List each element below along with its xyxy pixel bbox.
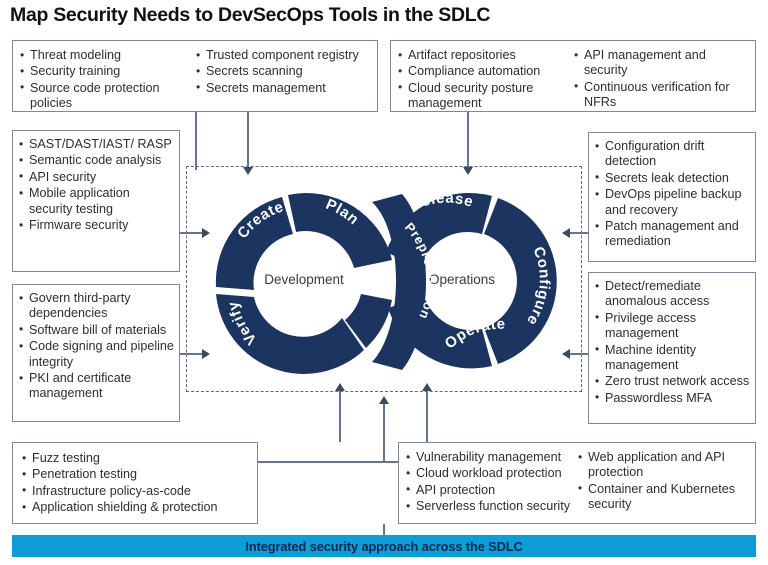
connector-line-tl-vertical — [195, 112, 197, 170]
page-title: Map Security Needs to DevSecOps Tools in… — [10, 4, 491, 26]
tool-list: Threat modelingSecurity trainingSource c… — [19, 47, 195, 112]
panel-column: Fuzz testingPenetration testingInfrastru… — [21, 450, 251, 518]
tool-list-item: Threat modeling — [19, 47, 195, 63]
tool-list-item: Firmware security — [18, 218, 174, 234]
devsecops-infinity-loop: Development Operations Create Plan Verif… — [215, 190, 557, 374]
tool-list-item: API security — [18, 169, 174, 185]
connector-line-release-vertical — [467, 112, 469, 168]
tool-list-item: Secrets scanning — [195, 64, 371, 80]
tool-list-item: Zero trust network access — [594, 374, 750, 390]
panel-column: Threat modelingSecurity trainingSource c… — [19, 47, 195, 110]
tool-list-item: Source code protection policies — [19, 80, 195, 112]
tool-list-item: Privilege access management — [594, 310, 750, 342]
tool-list-item: Configuration drift detection — [594, 139, 750, 170]
panel-column: API management and securityContinuous ve… — [573, 48, 749, 110]
tool-list: Web application and API protectionContai… — [577, 450, 749, 513]
panel-column: Vulnerability managementCloud workload p… — [405, 449, 577, 518]
tool-list-item: Serverless function security — [405, 499, 577, 515]
tool-list-item: Security training — [19, 64, 195, 80]
tool-list-item: DevOps pipeline backup and recovery — [594, 187, 750, 218]
panel-column: Trusted component registrySecrets scanni… — [195, 47, 371, 106]
connector-line-center-vertical — [383, 402, 385, 462]
tool-list-item: Cloud workload protection — [405, 466, 577, 482]
panel-column: Configuration drift detectionSecrets lea… — [594, 139, 750, 257]
tool-list-item: Mobile application security testing — [18, 186, 174, 217]
tool-list-item: Patch management and remediation — [594, 219, 750, 250]
tool-list-item: Secrets leak detection — [594, 170, 750, 186]
tool-list-item: Passwordless MFA — [594, 390, 750, 406]
panel-verify-tools: Govern third-party dependenciesSoftware … — [12, 284, 180, 422]
tool-list-item: Trusted component registry — [195, 47, 371, 63]
tool-list-item: Vulnerability management — [405, 449, 577, 465]
panel-release-tools: Artifact repositoriesCompliance automati… — [390, 40, 756, 112]
tool-list-item: API protection — [405, 482, 577, 498]
tool-list-item: Infrastructure policy-as-code — [21, 483, 251, 499]
tool-list-item: Application shielding & protection — [21, 500, 251, 516]
tool-list: SAST/DAST/IAST/ RASPSemantic code analys… — [18, 136, 174, 234]
panel-operate-tools: Detect/remediate anomalous accessPrivile… — [588, 272, 756, 424]
panel-column: Web application and API protectionContai… — [577, 450, 749, 518]
tool-list: API management and securityContinuous ve… — [573, 48, 749, 111]
connector-line-bottomright-vertical — [426, 390, 428, 442]
connector-line-plan-vertical — [247, 112, 249, 168]
tool-list-item: Secrets management — [195, 80, 371, 96]
panel-configure-tools: Configuration drift detectionSecrets lea… — [588, 132, 756, 262]
tool-list: Detect/remediate anomalous accessPrivile… — [594, 279, 750, 407]
tool-list-item: Code signing and pipeline integrity — [18, 339, 174, 370]
tool-list-item: Cloud security posture management — [397, 80, 573, 112]
tool-list-item: Continuous verification for NFRs — [573, 79, 749, 111]
panel-column: Artifact repositoriesCompliance automati… — [397, 47, 573, 110]
devsecops-sdlc-diagram: Map Security Needs to DevSecOps Tools in… — [0, 0, 768, 565]
tool-list: Vulnerability managementCloud workload p… — [405, 449, 577, 515]
tool-list-item: Fuzz testing — [21, 450, 251, 466]
panel-operate-runtime-tools: Vulnerability managementCloud workload p… — [398, 442, 756, 524]
tool-list-item: Detect/remediate anomalous access — [594, 279, 750, 310]
hub-label-development: Development — [264, 272, 344, 287]
panel-preproduction-testing-tools: Fuzz testingPenetration testingInfrastru… — [12, 442, 258, 524]
tool-list-item: Govern third-party dependencies — [18, 291, 174, 322]
panel-column: Detect/remediate anomalous accessPrivile… — [594, 279, 750, 419]
connector-arrow-center-up — [379, 396, 389, 404]
tool-list: Govern third-party dependenciesSoftware … — [18, 291, 174, 402]
tool-list-item: Web application and API protection — [577, 450, 749, 481]
tool-list-item: API management and security — [573, 48, 749, 79]
panel-column: SAST/DAST/IAST/ RASPSemantic code analys… — [18, 136, 174, 267]
tool-list-item: Machine identity management — [594, 342, 750, 374]
tool-list: Trusted component registrySecrets scanni… — [195, 47, 371, 96]
tool-list-item: PKI and certificate management — [18, 371, 174, 402]
tool-list-item: Penetration testing — [21, 467, 251, 483]
panel-create-tools: SAST/DAST/IAST/ RASPSemantic code analys… — [12, 130, 180, 272]
panel-column: Govern third-party dependenciesSoftware … — [18, 291, 174, 417]
tool-list-item: Software bill of materials — [18, 322, 174, 338]
tool-list: Configuration drift detectionSecrets lea… — [594, 139, 750, 250]
tool-list-item: Container and Kubernetes security — [577, 481, 749, 513]
connector-line-bottomleft-vertical — [339, 390, 341, 442]
tool-list: Artifact repositoriesCompliance automati… — [397, 47, 573, 112]
tool-list-item: Semantic code analysis — [18, 153, 174, 169]
tool-list-item: SAST/DAST/IAST/ RASP — [18, 136, 174, 152]
tool-list-item: Compliance automation — [397, 64, 573, 80]
tool-list: Fuzz testingPenetration testingInfrastru… — [21, 450, 251, 516]
integrated-security-banner: Integrated security approach across the … — [12, 535, 756, 557]
hub-label-operations: Operations — [429, 272, 495, 287]
panel-plan-tools: Threat modelingSecurity trainingSource c… — [12, 40, 378, 112]
tool-list-item: Artifact repositories — [397, 47, 573, 63]
connector-line-center-horizontal — [258, 461, 400, 463]
banner-label: Integrated security approach across the … — [245, 538, 523, 554]
